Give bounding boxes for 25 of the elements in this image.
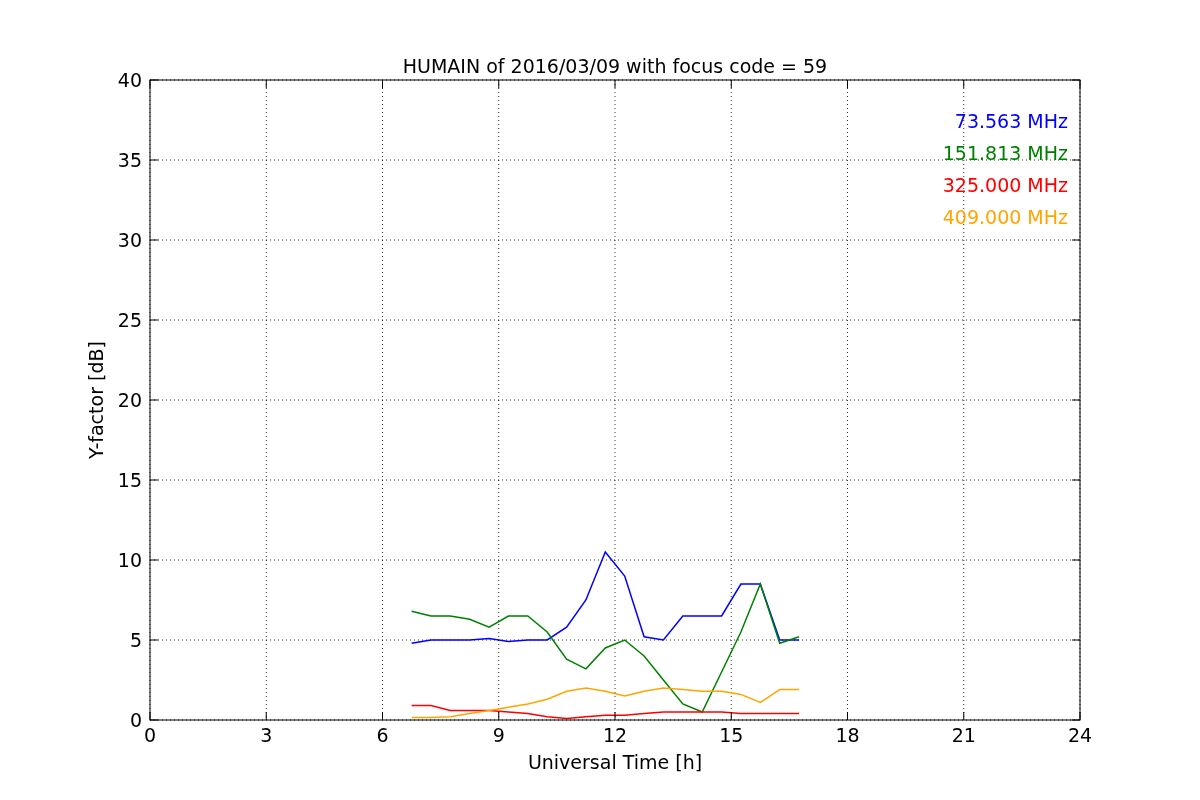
y-tick-label: 15 (117, 469, 142, 491)
legend-label: 151.813 MHz (942, 142, 1068, 164)
x-tick-label: 24 (1067, 724, 1093, 746)
y-axis-label: Y-factor [dB] (85, 341, 107, 459)
x-axis-label: Universal Time [h] (527, 751, 703, 773)
y-tick-label: 35 (117, 149, 142, 171)
y-tick-label: 30 (117, 229, 142, 251)
legend-label: 325.000 MHz (942, 174, 1068, 196)
legend-label: 409.000 MHz (942, 206, 1068, 228)
x-tick-label: 6 (376, 724, 389, 746)
x-tick-label: 18 (835, 724, 860, 746)
y-tick-label: 20 (117, 389, 142, 411)
y-tick-label: 25 (117, 309, 142, 331)
x-tick-label: 12 (602, 724, 628, 746)
y-tick-label: 0 (129, 709, 142, 731)
x-tick-label: 9 (492, 724, 505, 746)
x-tick-label: 0 (143, 724, 157, 746)
y-tick-label: 5 (129, 629, 142, 651)
y-tick-label: 10 (117, 549, 142, 571)
legend-label: 73.563 MHz (954, 110, 1068, 132)
x-tick-label: 21 (951, 724, 976, 746)
x-tick-label: 3 (260, 724, 273, 746)
x-tick-label: 15 (719, 724, 744, 746)
chart-title: HUMAIN of 2016/03/09 with focus code = 59 (402, 55, 828, 77)
y-tick-label: 40 (117, 69, 142, 91)
